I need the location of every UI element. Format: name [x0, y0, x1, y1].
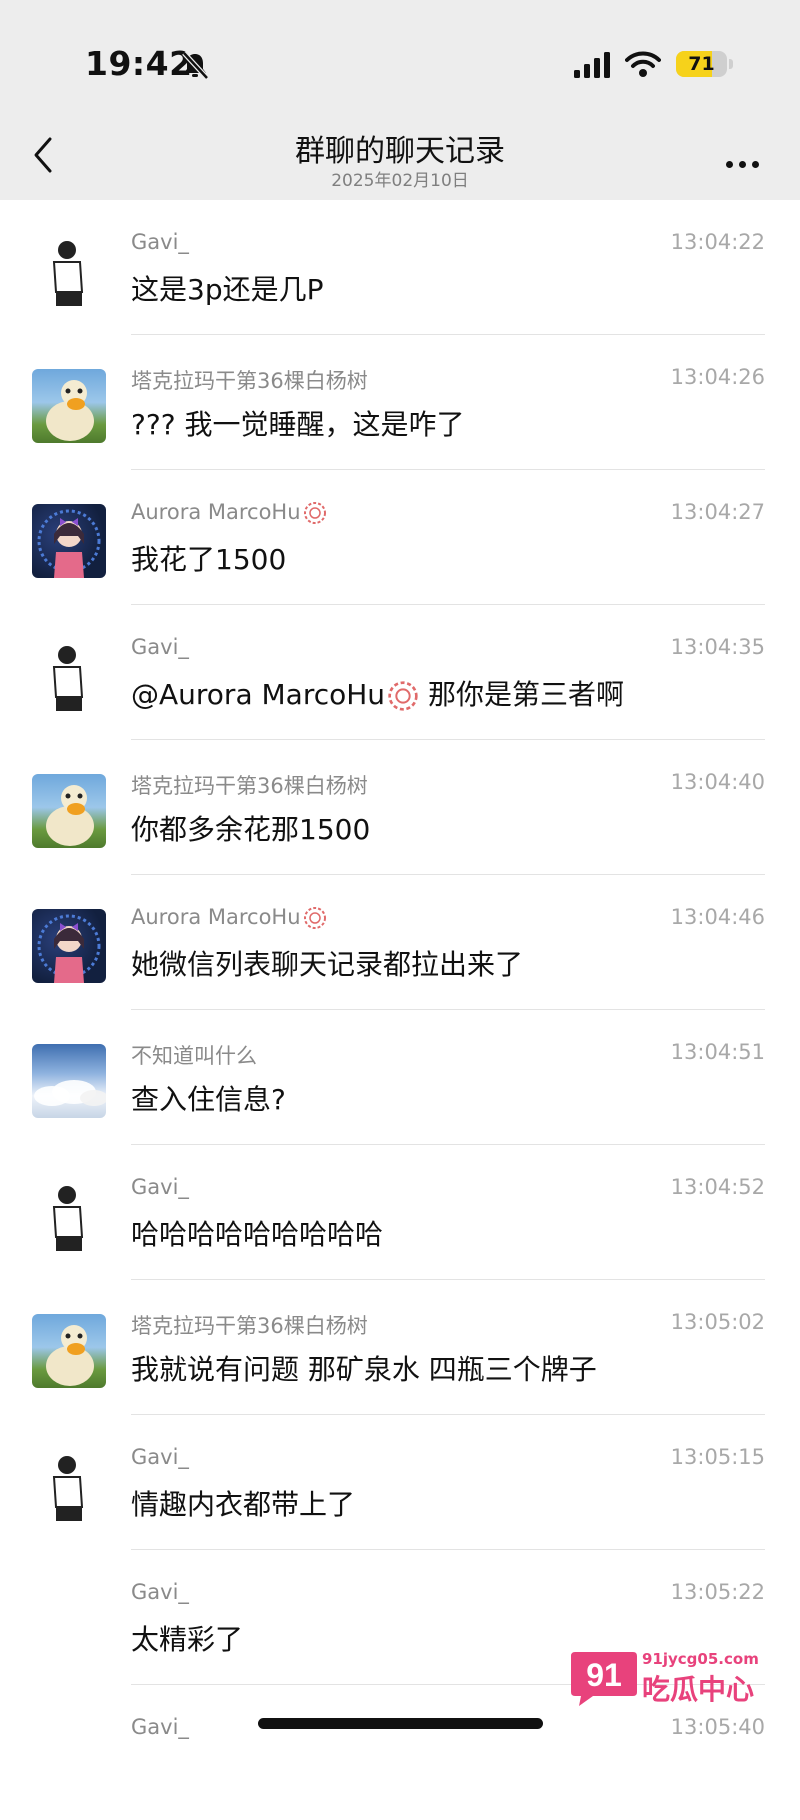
- avatar[interactable]: [32, 234, 106, 308]
- sender-name: Aurora MarcoHu: [131, 500, 327, 525]
- message-text: ??? 我一觉睡醒，这是咋了: [131, 408, 465, 441]
- home-indicator[interactable]: [258, 1718, 543, 1729]
- message-time: 13:04:46: [670, 905, 765, 929]
- watermark-url: 91jycg05.com: [642, 1650, 759, 1668]
- message-text-rest: 那你是第三者啊: [419, 678, 624, 711]
- message-time: 13:04:35: [670, 635, 765, 659]
- avatar[interactable]: [32, 909, 106, 983]
- avatar[interactable]: [32, 774, 106, 848]
- anime-girl-icon: [37, 914, 101, 983]
- message-time: 13:05:02: [670, 1310, 765, 1334]
- battery-level: 71: [688, 53, 715, 75]
- message-item[interactable]: Gavi_ 13:04:22 这是3p还是几P: [0, 200, 800, 335]
- message-item[interactable]: 不知道叫什么 13:04:51 查入住信息?: [0, 1010, 800, 1145]
- cellular-signal-icon: [574, 52, 610, 78]
- message-time: 13:04:27: [670, 500, 765, 524]
- message-item[interactable]: Gavi_ 13:05:15 情趣内衣都带上了: [0, 1415, 800, 1550]
- message-text: 我就说有问题 那矿泉水 四瓶三个牌子: [131, 1353, 597, 1386]
- sender-name: Gavi_: [131, 230, 189, 254]
- message-text: 我花了1500: [131, 543, 287, 576]
- message-text: 哈哈哈哈哈哈哈哈哈: [131, 1218, 384, 1251]
- watermark-number: 91: [586, 1657, 622, 1693]
- message-time: 13:05:22: [670, 1580, 765, 1604]
- message-text: 她微信列表聊天记录都拉出来了: [131, 948, 524, 981]
- sender-name: Gavi_: [131, 1580, 189, 1604]
- message-item[interactable]: 塔克拉玛干第36棵白杨树 13:04:40 你都多余花那1500: [0, 740, 800, 875]
- clouds-icon: [34, 1080, 106, 1106]
- message-time: 13:04:40: [670, 770, 765, 794]
- status-time: 19:42: [85, 44, 193, 83]
- sender-name-text: Aurora MarcoHu: [131, 905, 301, 929]
- duck-icon: [46, 785, 94, 846]
- avatar[interactable]: [32, 369, 106, 443]
- message-item[interactable]: Gavi_ 13:04:35 @Aurora MarcoHu 那你是第三者啊: [0, 605, 800, 740]
- message-time: 13:04:26: [670, 365, 765, 389]
- message-list[interactable]: Gavi_ 13:04:22 这是3p还是几P 塔克拉玛干第36棵白杨树 13:…: [0, 200, 800, 1820]
- message-time: 13:05:40: [670, 1715, 765, 1739]
- watermark-logo: 91: [571, 1652, 637, 1706]
- message-time: 13:04:22: [670, 230, 765, 254]
- message-time: 13:05:15: [670, 1445, 765, 1469]
- sender-name: 塔克拉玛干第36棵白杨树: [131, 774, 368, 798]
- message-item[interactable]: Gavi_ 13:04:52 哈哈哈哈哈哈哈哈哈: [0, 1145, 800, 1280]
- bell-slash-icon: [182, 51, 209, 80]
- message-item[interactable]: 塔克拉玛干第36棵白杨树 13:05:02 我就说有问题 那矿泉水 四瓶三个牌子: [0, 1280, 800, 1415]
- person-sketch-icon: [52, 646, 84, 711]
- message-item[interactable]: Aurora MarcoHu 13:04:46 她微信列表聊天记录都拉出来了: [0, 875, 800, 1010]
- message-text: 查入住信息?: [131, 1083, 286, 1116]
- navigation-bar: 群聊的聊天记录 2025年02月10日: [0, 100, 800, 200]
- message-time: 13:04:51: [670, 1040, 765, 1064]
- avatar[interactable]: [32, 639, 106, 713]
- battery-cap: [729, 59, 733, 69]
- page-title: 群聊的聊天记录: [295, 134, 505, 169]
- person-sketch-icon: [52, 1186, 84, 1251]
- watermark-brand: 吃瓜中心: [642, 1673, 755, 1706]
- message-text: 你都多余花那1500: [131, 813, 371, 846]
- sender-name-text: Aurora MarcoHu: [131, 500, 301, 524]
- avatar[interactable]: [32, 1044, 106, 1118]
- person-sketch-icon: [52, 1456, 84, 1521]
- battery-indicator: 71: [676, 51, 727, 77]
- red-seal-badge-icon: [303, 907, 326, 929]
- duck-icon: [46, 380, 94, 441]
- message-text: 这是3p还是几P: [131, 273, 324, 306]
- avatar[interactable]: [32, 1449, 106, 1523]
- message-time: 13:04:52: [670, 1175, 765, 1199]
- mention[interactable]: @Aurora MarcoHu: [131, 678, 385, 711]
- avatar[interactable]: [32, 1179, 106, 1253]
- sender-name: 塔克拉玛干第36棵白杨树: [131, 1314, 368, 1338]
- red-seal-badge-icon: [303, 502, 326, 524]
- sender-name: 塔克拉玛干第36棵白杨树: [131, 369, 368, 393]
- sender-name: Gavi_: [131, 635, 189, 659]
- duck-icon: [46, 1325, 94, 1386]
- message-text: 太精彩了: [131, 1623, 244, 1656]
- anime-girl-icon: [37, 509, 101, 578]
- message-text: 情趣内衣都带上了: [131, 1488, 356, 1521]
- message-text: @Aurora MarcoHu 那你是第三者啊: [131, 673, 624, 713]
- sender-name: Gavi_: [131, 1715, 189, 1739]
- more-dots-icon[interactable]: [726, 153, 765, 172]
- person-sketch-icon: [52, 241, 84, 306]
- avatar[interactable]: [32, 1314, 106, 1388]
- sender-name: Gavi_: [131, 1445, 189, 1469]
- sender-name: Aurora MarcoHu: [131, 905, 327, 930]
- sender-name: 不知道叫什么: [131, 1044, 257, 1068]
- message-item[interactable]: 塔克拉玛干第36棵白杨树 13:04:26 ??? 我一觉睡醒，这是咋了: [0, 335, 800, 470]
- avatar[interactable]: [32, 504, 106, 578]
- red-seal-badge-icon: [388, 681, 418, 711]
- page-subtitle: 2025年02月10日: [331, 171, 469, 191]
- message-item[interactable]: Aurora MarcoHu 13:04:27 我花了1500: [0, 470, 800, 605]
- sender-name: Gavi_: [131, 1175, 189, 1199]
- wifi-icon: [625, 51, 661, 77]
